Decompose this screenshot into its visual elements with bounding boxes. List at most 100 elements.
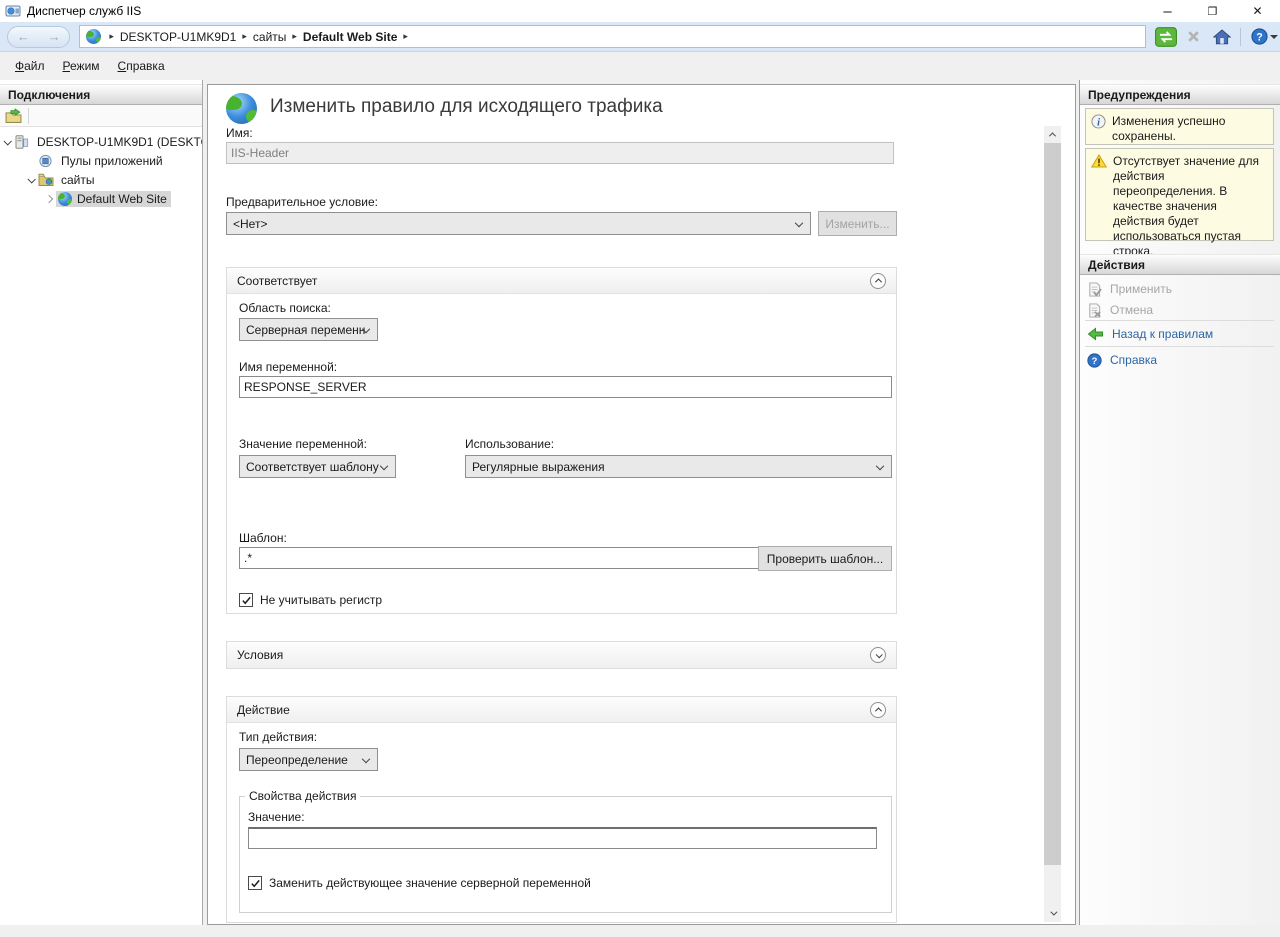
home-icon[interactable] (1210, 26, 1233, 47)
variable-name-input[interactable] (239, 376, 892, 398)
scrollbar-thumb[interactable] (1044, 143, 1061, 865)
minimize-button[interactable] (1145, 0, 1190, 22)
action-properties-legend: Свойства действия (245, 789, 360, 803)
chevron-down-icon[interactable] (24, 177, 38, 183)
action-type-select[interactable]: Переопределение (239, 748, 378, 771)
svg-text:i: i (1097, 117, 1100, 128)
variable-name-label: Имя переменной: (239, 360, 337, 374)
tree-item-sites[interactable]: сайты (0, 170, 202, 189)
chevron-down-icon[interactable] (0, 139, 14, 145)
svg-text:?: ? (1256, 31, 1262, 43)
stop-icon[interactable] (1182, 26, 1205, 47)
connections-toolbar (0, 105, 202, 127)
name-label: Имя: (226, 126, 253, 140)
tree-item-label: Пулы приложений (58, 153, 166, 169)
pattern-input[interactable] (239, 547, 760, 569)
back-to-rules-link[interactable]: Назад к правилам (1087, 325, 1213, 343)
chevron-down-icon (380, 461, 388, 469)
connections-panel: Подключения DESKTOP-U1MK9D1 (DESKTOP Пул… (0, 80, 203, 925)
ignore-case-label: Не учитывать регистр (260, 593, 382, 607)
menu-help[interactable]: Справка (109, 55, 174, 77)
expand-icon[interactable] (870, 647, 886, 663)
checkbox-checked-icon[interactable] (239, 593, 253, 607)
variable-value-select[interactable]: Соответствует шаблону (239, 455, 396, 478)
alert-info: i Изменения успешно сохранены. (1085, 108, 1274, 145)
iis-app-icon (5, 3, 21, 19)
refresh-icon[interactable] (1154, 26, 1177, 47)
vertical-scrollbar[interactable] (1044, 126, 1061, 922)
breadcrumb-separator-icon (109, 31, 114, 42)
close-button[interactable] (1235, 0, 1280, 22)
action-section: Действие Тип действия: Переопределение С… (226, 696, 897, 923)
help-icon: ? (1087, 353, 1102, 368)
scroll-down-icon[interactable] (1044, 905, 1061, 922)
action-section-header[interactable]: Действие (227, 697, 896, 723)
save-connection-icon[interactable] (5, 108, 22, 123)
value-label: Значение: (248, 810, 305, 824)
breadcrumb-item-server[interactable]: DESKTOP-U1MK9D1 (120, 30, 236, 44)
breadcrumb: DESKTOP-U1MK9D1 сайты Default Web Site (79, 25, 1146, 48)
help-label: Справка (1110, 353, 1157, 367)
test-pattern-button[interactable]: Проверить шаблон... (758, 546, 892, 571)
collapse-icon[interactable] (870, 273, 886, 289)
checkbox-checked-icon[interactable] (248, 876, 262, 890)
back-to-rules-label: Назад к правилам (1112, 327, 1213, 341)
forward-icon[interactable] (48, 30, 61, 43)
apply-action[interactable]: Применить (1087, 280, 1172, 298)
window-title: Диспетчер служб IIS (27, 4, 141, 18)
cancel-label: Отмена (1110, 303, 1153, 317)
toolbar-divider (28, 108, 29, 124)
tree-item-default-web-site[interactable]: Default Web Site (0, 189, 202, 208)
scope-label: Область поиска: (239, 301, 331, 315)
collapse-icon[interactable] (870, 702, 886, 718)
back-arrow-icon (1087, 327, 1104, 341)
breadcrumb-item-default-web-site[interactable]: Default Web Site (303, 30, 397, 44)
back-icon[interactable] (17, 30, 30, 43)
name-input[interactable] (226, 142, 894, 164)
alerts-header: Предупреждения (1080, 84, 1280, 105)
usage-select[interactable]: Регулярные выражения (465, 455, 892, 478)
restore-button[interactable] (1190, 0, 1235, 22)
replace-value-checkbox[interactable]: Заменить действующее значение серверной … (248, 876, 591, 890)
globe-icon (86, 29, 101, 44)
replace-value-label: Заменить действующее значение серверной … (269, 876, 591, 890)
tree-item-label: Default Web Site (77, 192, 167, 206)
menu-view[interactable]: Режим (54, 55, 109, 77)
chevron-right-icon[interactable] (42, 196, 56, 202)
menu-bar: Файл Режим Справка (0, 52, 1280, 80)
help-icon[interactable]: ? (1248, 26, 1280, 47)
tree-item-application-pools[interactable]: Пулы приложений (0, 151, 202, 170)
conditions-section-header[interactable]: Условия (227, 642, 896, 668)
actions-divider (1085, 346, 1274, 347)
status-strip (0, 925, 1280, 937)
action-properties-group: Свойства действия Значение: Заменить дей… (239, 789, 892, 913)
breadcrumb-item-sites[interactable]: сайты (253, 30, 287, 44)
tree-item-server[interactable]: DESKTOP-U1MK9D1 (DESKTOP (0, 132, 202, 151)
alert-text: Отсутствует значение для действия переоп… (1113, 154, 1265, 235)
selected-tree-item[interactable]: Default Web Site (56, 191, 171, 207)
value-input[interactable] (248, 827, 877, 849)
globe-icon (58, 192, 72, 206)
menu-file[interactable]: Файл (6, 55, 54, 77)
iis-manager-window: Диспетчер служб IIS DESKTOP-U1MK9D1 сайт… (0, 0, 1280, 937)
scroll-up-icon[interactable] (1044, 126, 1061, 143)
info-icon: i (1091, 114, 1106, 129)
help-link[interactable]: ? Справка (1087, 351, 1157, 369)
edit-precondition-button[interactable]: Изменить... (818, 211, 897, 236)
cancel-action[interactable]: Отмена (1087, 301, 1153, 319)
toolbar-divider (1240, 28, 1241, 46)
match-section-header[interactable]: Соответствует (227, 268, 896, 294)
apply-label: Применить (1110, 282, 1172, 296)
breadcrumb-separator-icon (242, 31, 247, 42)
pattern-label: Шаблон: (239, 531, 287, 545)
chevron-down-icon (362, 754, 370, 762)
page-title: Изменить правило для исходящего трафика (270, 96, 663, 118)
action-type-label: Тип действия: (239, 730, 317, 744)
scope-select[interactable]: Серверная переменн (239, 318, 378, 341)
right-panel: Предупреждения i Изменения успешно сохра… (1079, 80, 1280, 925)
precondition-select[interactable]: <Нет> (226, 212, 811, 235)
match-section: Соответствует Область поиска: Серверная … (226, 267, 897, 614)
connections-header: Подключения (0, 84, 202, 105)
ignore-case-checkbox[interactable]: Не учитывать регистр (239, 593, 382, 607)
address-bar: DESKTOP-U1MK9D1 сайты Default Web Site ? (0, 22, 1280, 52)
